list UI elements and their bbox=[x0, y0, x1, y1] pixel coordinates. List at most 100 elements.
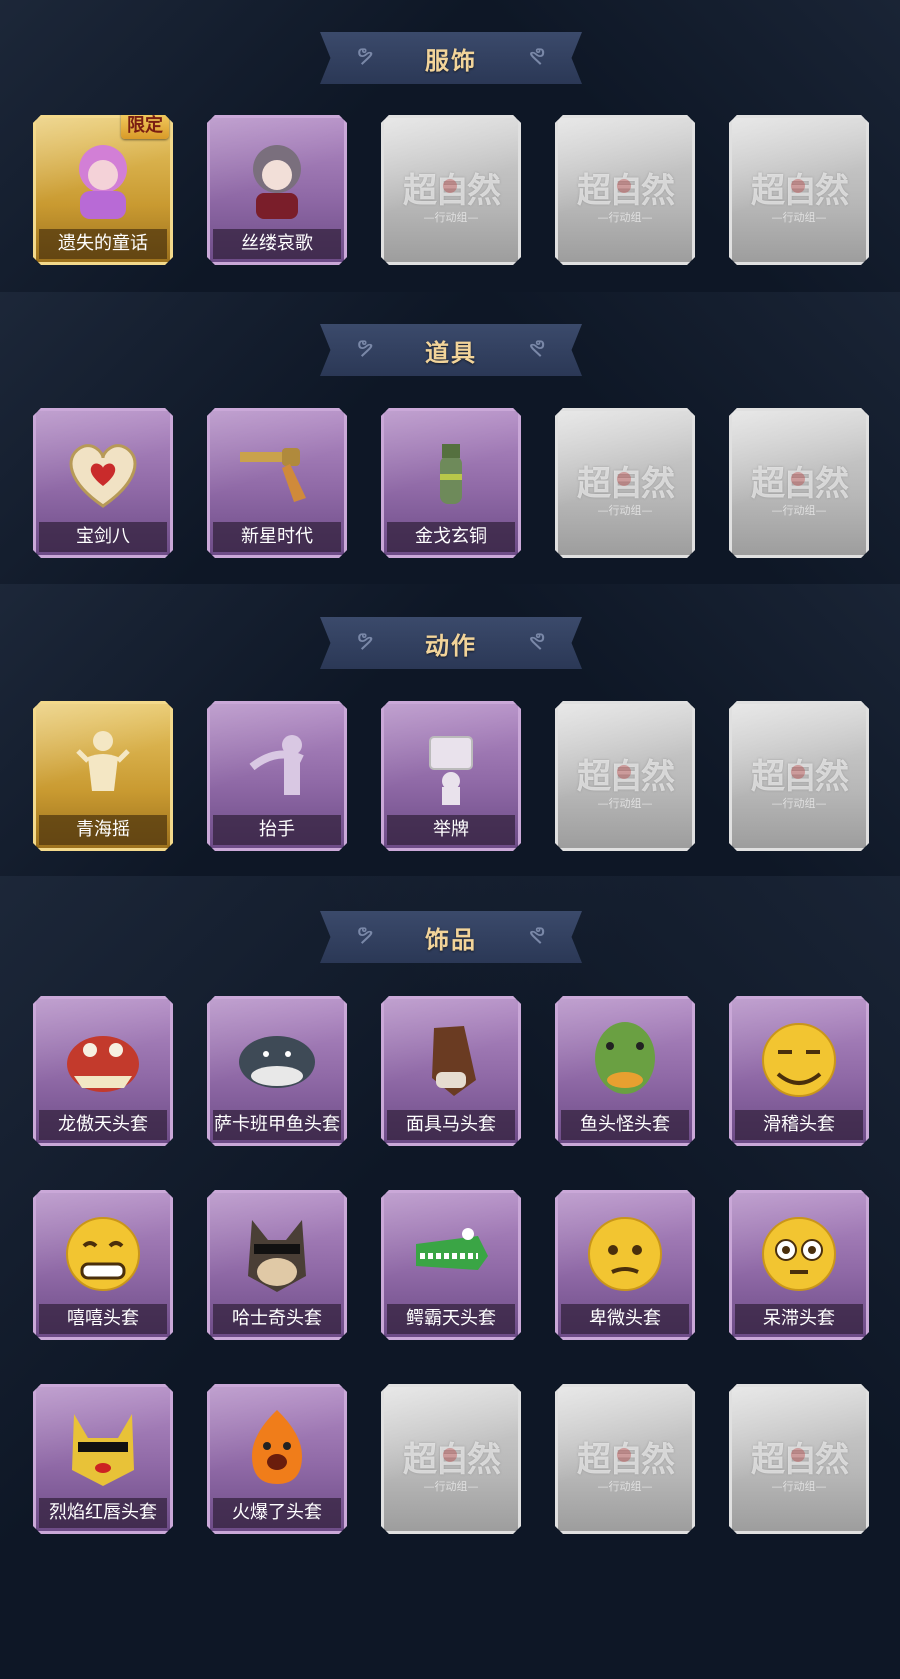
section-title: 动作 bbox=[425, 631, 477, 660]
empty-item-slot: 超自然 —行动组— bbox=[729, 408, 869, 558]
grenade-icon bbox=[403, 426, 499, 516]
watermark-dot bbox=[791, 1448, 805, 1462]
item-name: 面具马头套 bbox=[387, 1110, 515, 1140]
swirl-icon: ຯ bbox=[528, 627, 546, 652]
watermark-subtitle: —行动组— bbox=[597, 797, 653, 810]
empty-item-slot: 超自然 —行动组— bbox=[729, 1384, 869, 1534]
item-card[interactable]: 滑稽头套 bbox=[729, 996, 869, 1146]
empty-item-slot: 超自然 —行动组— bbox=[729, 115, 869, 265]
item-name: 抬手 bbox=[213, 815, 341, 845]
empty-item-slot: 超自然 —行动组— bbox=[555, 408, 695, 558]
watermark-dot bbox=[617, 179, 631, 193]
watermark-subtitle: —行动组— bbox=[423, 1480, 479, 1493]
empty-item-slot: 超自然 —行动组— bbox=[555, 701, 695, 851]
item-card[interactable]: 呆滞头套 bbox=[729, 1190, 869, 1340]
item-card[interactable]: 鳄霸天头套 bbox=[381, 1190, 521, 1340]
empty-item-slot: 超自然 —行动组— bbox=[555, 1384, 695, 1534]
fish-mask-icon bbox=[229, 1014, 325, 1104]
item-name: 鱼头怪头套 bbox=[561, 1110, 689, 1140]
dazed-emoji-mask-icon bbox=[751, 1208, 847, 1298]
watermark-dot bbox=[443, 179, 457, 193]
revolver-icon bbox=[229, 426, 325, 516]
section-header-clothing: ຯ 服饰 ຯ bbox=[320, 32, 582, 84]
item-name: 滑稽头套 bbox=[735, 1110, 863, 1140]
item-name: 新星时代 bbox=[213, 522, 341, 552]
doll-portrait-icon bbox=[229, 133, 325, 223]
section-title: 服饰 bbox=[425, 46, 477, 75]
dragon-mask-icon bbox=[55, 1014, 151, 1104]
item-card[interactable]: 遗失的童话 限定 bbox=[33, 115, 173, 265]
item-card[interactable]: 举牌 bbox=[381, 701, 521, 851]
smirk-emoji-mask-icon bbox=[751, 1014, 847, 1104]
swirl-icon: ຯ bbox=[356, 627, 374, 652]
swirl-icon: ຯ bbox=[356, 334, 374, 359]
watermark-subtitle: —行动组— bbox=[423, 211, 479, 224]
swirl-icon: ຯ bbox=[528, 334, 546, 359]
dance-pose-icon bbox=[55, 719, 151, 809]
item-card[interactable]: 宝剑八 bbox=[33, 408, 173, 558]
watermark-subtitle: —行动组— bbox=[597, 211, 653, 224]
fire-mask-icon bbox=[229, 1402, 325, 1492]
item-card[interactable]: 鱼头怪头套 bbox=[555, 996, 695, 1146]
section-title: 饰品 bbox=[425, 925, 477, 954]
item-name: 鳄霸天头套 bbox=[387, 1304, 515, 1334]
raise-hand-icon bbox=[229, 719, 325, 809]
watermark-dot bbox=[617, 1448, 631, 1462]
item-name: 金戈玄铜 bbox=[387, 522, 515, 552]
pikachu-mask-icon bbox=[55, 1402, 151, 1492]
item-name: 烈焰红唇头套 bbox=[39, 1498, 167, 1528]
item-card[interactable]: 抬手 bbox=[207, 701, 347, 851]
item-name: 青海摇 bbox=[39, 815, 167, 845]
item-name: 卑微头套 bbox=[561, 1304, 689, 1334]
watermark-subtitle: —行动组— bbox=[597, 504, 653, 517]
section-header-actions: ຯ 动作 ຯ bbox=[320, 617, 582, 669]
watermark-subtitle: —行动组— bbox=[771, 211, 827, 224]
item-card[interactable]: 青海摇 bbox=[33, 701, 173, 851]
item-name: 萨卡班甲鱼头套 bbox=[213, 1110, 341, 1140]
item-name: 哈士奇头套 bbox=[213, 1304, 341, 1334]
item-card[interactable]: 火爆了头套 bbox=[207, 1384, 347, 1534]
item-card[interactable]: 哈士奇头套 bbox=[207, 1190, 347, 1340]
watermark-dot bbox=[791, 179, 805, 193]
horse-mask-icon bbox=[403, 1014, 499, 1104]
empty-item-slot: 超自然 —行动组— bbox=[381, 115, 521, 265]
item-name: 遗失的童话 bbox=[39, 229, 167, 259]
item-card[interactable]: 卑微头套 bbox=[555, 1190, 695, 1340]
section-header-accessories: ຯ 饰品 ຯ bbox=[320, 911, 582, 963]
item-name: 宝剑八 bbox=[39, 522, 167, 552]
item-card[interactable]: 嘻嘻头套 bbox=[33, 1190, 173, 1340]
item-name: 举牌 bbox=[387, 815, 515, 845]
item-name: 丝缕哀歌 bbox=[213, 229, 341, 259]
watermark-dot bbox=[443, 1448, 457, 1462]
watermark-subtitle: —行动组— bbox=[771, 797, 827, 810]
grin-emoji-mask-icon bbox=[55, 1208, 151, 1298]
watermark-dot bbox=[791, 765, 805, 779]
item-card[interactable]: 萨卡班甲鱼头套 bbox=[207, 996, 347, 1146]
item-name: 呆滞头套 bbox=[735, 1304, 863, 1334]
heart-locket-icon bbox=[55, 426, 151, 516]
item-card[interactable]: 金戈玄铜 bbox=[381, 408, 521, 558]
item-name: 嘻嘻头套 bbox=[39, 1304, 167, 1334]
item-name: 龙傲天头套 bbox=[39, 1110, 167, 1140]
swirl-icon: ຯ bbox=[528, 921, 546, 946]
husky-mask-icon bbox=[229, 1208, 325, 1298]
watermark-dot bbox=[617, 765, 631, 779]
item-card[interactable]: 丝缕哀歌 bbox=[207, 115, 347, 265]
section-title: 道具 bbox=[425, 338, 477, 367]
item-card[interactable]: 面具马头套 bbox=[381, 996, 521, 1146]
empty-item-slot: 超自然 —行动组— bbox=[555, 115, 695, 265]
watermark-subtitle: —行动组— bbox=[771, 504, 827, 517]
item-card[interactable]: 烈焰红唇头套 bbox=[33, 1384, 173, 1534]
watermark-subtitle: —行动组— bbox=[771, 1480, 827, 1493]
swirl-icon: ຯ bbox=[356, 921, 374, 946]
swirl-icon: ຯ bbox=[356, 42, 374, 67]
empty-item-slot: 超自然 —行动组— bbox=[729, 701, 869, 851]
item-name: 火爆了头套 bbox=[213, 1498, 341, 1528]
item-card[interactable]: 龙傲天头套 bbox=[33, 996, 173, 1146]
item-card[interactable]: 新星时代 bbox=[207, 408, 347, 558]
watermark-subtitle: —行动组— bbox=[597, 1480, 653, 1493]
hold-sign-icon bbox=[403, 719, 499, 809]
watermark-dot bbox=[791, 472, 805, 486]
watermark-dot bbox=[617, 472, 631, 486]
empty-item-slot: 超自然 —行动组— bbox=[381, 1384, 521, 1534]
